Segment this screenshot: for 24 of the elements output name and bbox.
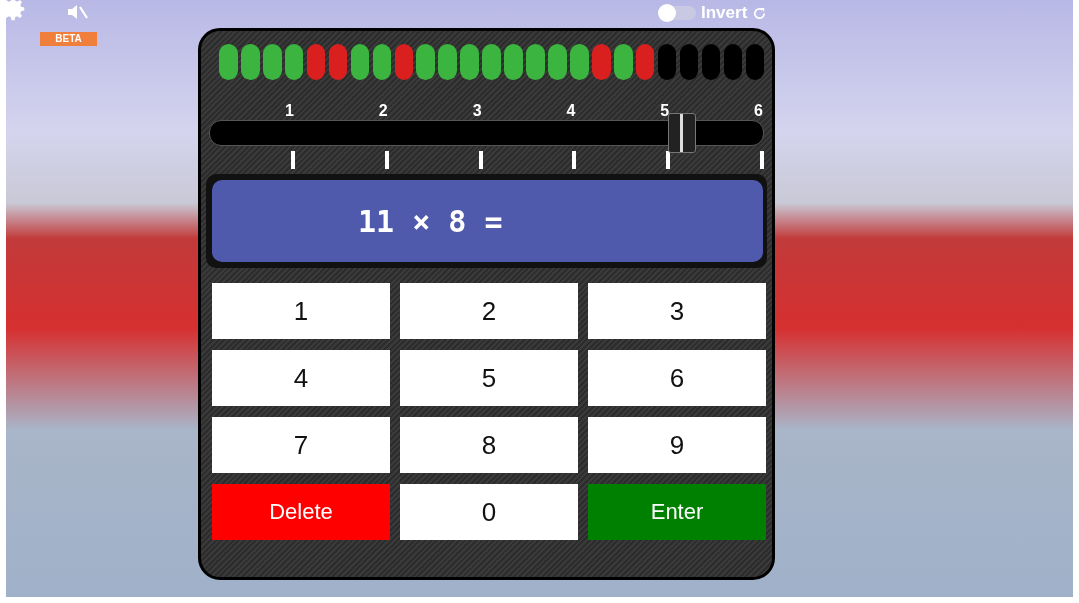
digit-key[interactable]: 8 [400, 417, 578, 473]
digit-key[interactable]: 7 [212, 417, 390, 473]
digit-key[interactable]: 6 [588, 350, 766, 406]
invert-toggle[interactable] [660, 6, 696, 20]
invert-label: Invert [701, 3, 748, 23]
digit-key[interactable]: 1 [212, 283, 390, 339]
slider-label: 5 [660, 102, 670, 120]
slider-label: 6 [754, 102, 763, 120]
slider-label: 2 [378, 102, 388, 120]
slider-label: 1 [285, 102, 294, 120]
digit-key[interactable]: 9 [588, 417, 766, 473]
digit-key[interactable]: 4 [212, 350, 390, 406]
slider-thumb[interactable] [667, 113, 696, 153]
slider-label: 4 [566, 102, 576, 120]
digit-key[interactable]: 0 [400, 484, 578, 540]
enter-button[interactable]: Enter [588, 484, 766, 540]
digit-key[interactable]: 3 [588, 283, 766, 339]
digit-key[interactable]: 2 [400, 283, 578, 339]
beta-badge: BETA [40, 32, 97, 46]
refresh-icon[interactable] [752, 5, 768, 21]
slider-label: 3 [472, 102, 482, 120]
delete-button[interactable]: Delete [212, 484, 390, 540]
problem-text: 11 × 8 = [212, 180, 763, 262]
digit-key[interactable]: 5 [400, 350, 578, 406]
